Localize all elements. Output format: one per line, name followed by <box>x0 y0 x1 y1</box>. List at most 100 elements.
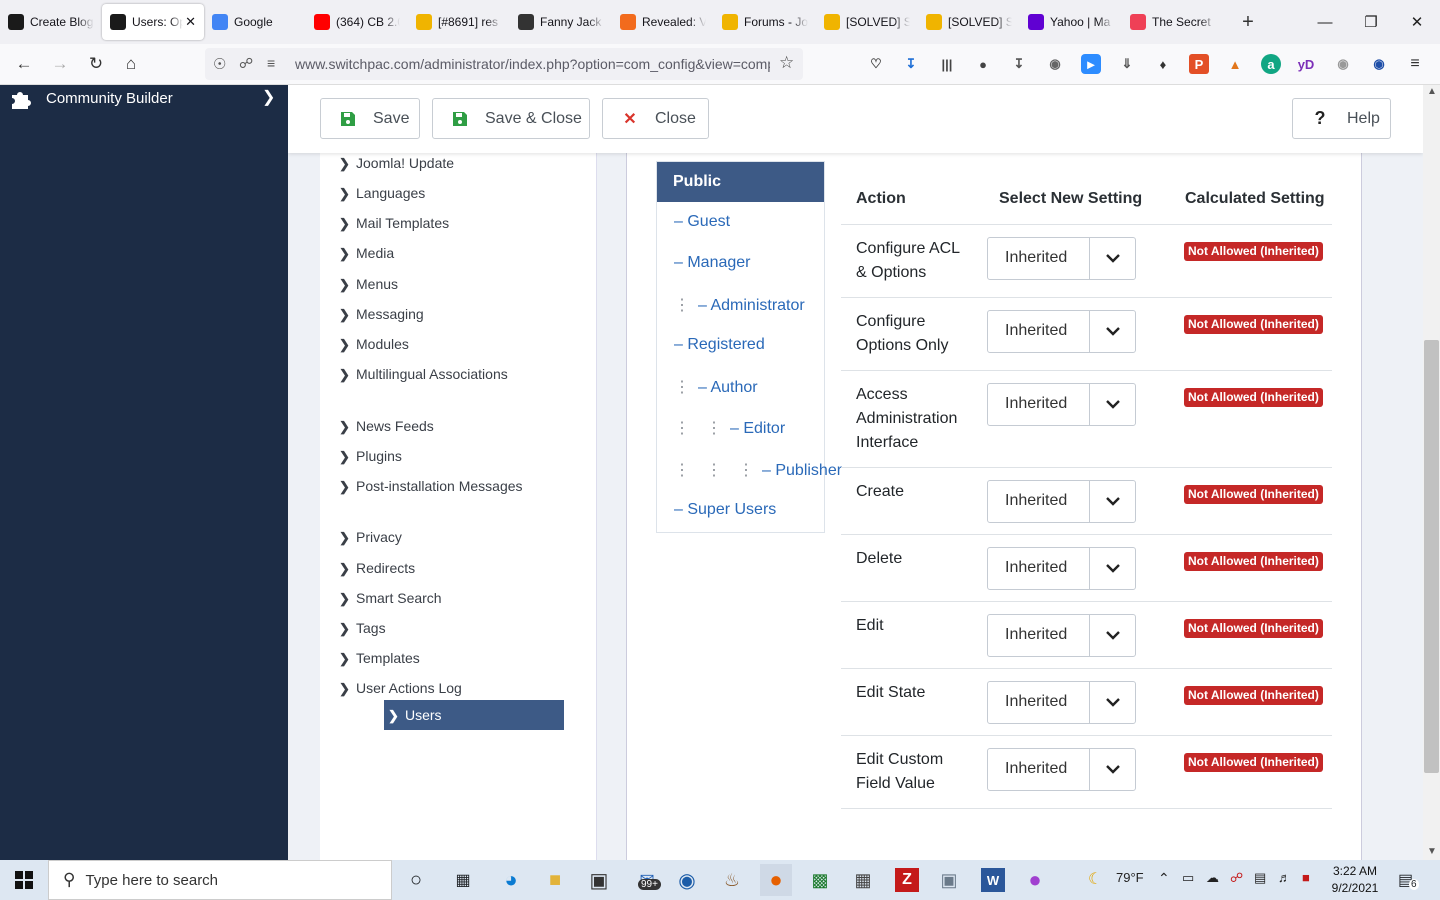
downloads-icon[interactable]: ↧ <box>901 54 921 74</box>
weather-icon[interactable]: ☾ <box>1088 869 1102 889</box>
windows-start-button[interactable] <box>0 860 48 900</box>
account-icon[interactable]: ● <box>973 54 993 74</box>
user-group-item[interactable]: ⋮ – Author <box>674 377 758 397</box>
browser-tab[interactable]: Forums - Jo <box>714 4 816 40</box>
browser-tab[interactable]: Google <box>204 4 306 40</box>
browser-tab[interactable]: Create Blog <box>0 4 102 40</box>
browser-tab[interactable]: Yahoo | Ma <box>1020 4 1122 40</box>
tray-expand-icon[interactable]: ⌃ <box>1158 870 1170 887</box>
menu-icon[interactable]: ≡ <box>1405 54 1425 74</box>
component-item[interactable]: ❯ Menus <box>339 274 566 295</box>
extension-icon[interactable]: ♦ <box>1153 54 1173 74</box>
taskbar-clock[interactable]: 3:22 AM 9/2/2021 <box>1325 863 1385 897</box>
browser-tab[interactable]: The Secret <box>1122 4 1224 40</box>
volume-icon[interactable]: ♬ <box>1278 870 1291 885</box>
scrollbar-thumb[interactable] <box>1424 340 1439 773</box>
new-setting-select[interactable]: Inherited <box>987 680 1136 724</box>
component-item[interactable]: ❯ Multilingual Associations <box>339 364 566 385</box>
browser-tab[interactable]: [#8691] res <box>408 4 510 40</box>
component-item[interactable]: ❯ User Actions Log <box>339 678 566 699</box>
scroll-down-icon[interactable]: ▼ <box>1427 846 1437 857</box>
new-setting-select[interactable]: Inherited <box>987 382 1136 426</box>
terminal-icon[interactable]: ▩ <box>804 864 836 896</box>
download-ext-icon[interactable]: ↧ <box>1009 54 1029 74</box>
save-close-button[interactable]: Save & Close <box>432 98 590 139</box>
group-header-public[interactable]: Public <box>657 162 824 202</box>
new-setting-select[interactable]: Inherited <box>987 479 1136 523</box>
back-icon[interactable]: ← <box>10 50 38 78</box>
photos-icon[interactable]: ▣ <box>933 864 965 896</box>
user-group-item[interactable]: – Registered <box>674 336 765 354</box>
network-icon[interactable]: ▤ <box>1254 870 1266 886</box>
component-item[interactable]: ❯ Post-installation Messages <box>339 476 566 497</box>
shield-icon[interactable]: ☉ <box>213 55 226 73</box>
weather-text[interactable]: 79°F <box>1116 870 1144 885</box>
sidebar-item-community-builder[interactable]: Community Builder <box>10 87 173 109</box>
help-button[interactable]: ? Help <box>1292 98 1391 139</box>
component-item[interactable]: ❯ Plugins <box>339 446 566 467</box>
notification-app-icon[interactable]: ■ <box>1302 870 1310 885</box>
user-group-item[interactable]: ⋮ – Administrator <box>674 295 805 315</box>
new-setting-select[interactable]: Inherited <box>987 613 1136 657</box>
window-close-button[interactable]: ✕ <box>1394 0 1440 44</box>
user-group-item[interactable]: – Guest <box>674 213 730 231</box>
edge-icon[interactable]: ◕ <box>495 864 527 896</box>
github-ext-icon[interactable]: ◉ <box>1333 54 1353 74</box>
restore-button[interactable]: ❐ <box>1348 0 1394 44</box>
minimize-button[interactable]: — <box>1302 0 1348 44</box>
browser-tab[interactable]: [SOLVED] S <box>816 4 918 40</box>
app-icon[interactable]: ♨ <box>716 864 748 896</box>
a-ext-icon[interactable]: a <box>1261 54 1281 74</box>
url-text[interactable]: www.switchpac.com/administrator/index.ph… <box>295 56 770 72</box>
bookmark-star-icon[interactable]: ☆ <box>779 53 794 73</box>
component-item[interactable]: ❯ Messaging <box>339 304 566 325</box>
browser-tab[interactable]: [SOLVED] S <box>918 4 1020 40</box>
new-setting-select[interactable]: Inherited <box>987 747 1136 791</box>
component-item[interactable]: ❯ News Feeds <box>339 416 566 437</box>
cortana-icon[interactable]: ○ <box>400 864 432 896</box>
scroll-up-icon[interactable]: ▲ <box>1427 86 1437 97</box>
browser-tab[interactable]: Revealed: V <box>612 4 714 40</box>
permissions-icon[interactable]: ☍ <box>239 55 253 72</box>
browser-tab[interactable]: Fanny Jack <box>510 4 612 40</box>
p-ext-icon[interactable]: P <box>1189 54 1209 74</box>
pocket-toolbar-icon[interactable]: ♡ <box>866 54 886 74</box>
calculator-icon[interactable]: ▦ <box>847 864 879 896</box>
file-explorer-icon[interactable]: ■ <box>539 864 571 896</box>
tray-device-icon[interactable]: ▭ <box>1182 870 1194 886</box>
home-icon[interactable]: ⌂ <box>117 50 145 78</box>
globe-ext-icon[interactable]: ◉ <box>1045 54 1065 74</box>
firefox-dev-icon[interactable]: ● <box>1019 864 1051 896</box>
word-icon[interactable]: W <box>981 868 1005 892</box>
task-view-icon[interactable]: ▦ <box>447 864 479 896</box>
user-group-item[interactable]: – Super Users <box>674 501 776 519</box>
component-item[interactable]: ❯ Redirects <box>339 558 566 579</box>
library-icon[interactable]: ||| <box>937 54 957 74</box>
security-icon[interactable]: ☍ <box>1230 870 1243 886</box>
site-info-icon[interactable]: ≡ <box>267 55 275 71</box>
user-group-item[interactable]: – Manager <box>674 254 751 272</box>
browser-tab[interactable]: (364) CB 2.0 <box>306 4 408 40</box>
component-item[interactable]: ❯ Modules <box>339 334 566 355</box>
new-tab-button[interactable]: + <box>1230 4 1266 40</box>
component-item[interactable]: ❯ Media <box>339 243 566 264</box>
firefox-icon[interactable]: ● <box>760 864 792 896</box>
component-item[interactable]: ❯ Templates <box>339 648 566 669</box>
component-item[interactable]: ❯ Privacy <box>339 527 566 548</box>
browser-app-icon[interactable]: ◉ <box>671 864 703 896</box>
close-button[interactable]: ✕ Close <box>602 98 709 139</box>
store-icon[interactable]: ▣ <box>583 864 615 896</box>
user-group-item[interactable]: ⋮ ⋮ – Editor <box>674 418 785 438</box>
component-item[interactable]: ❯ Languages <box>339 183 566 204</box>
metamask-icon[interactable]: ▲ <box>1225 54 1245 74</box>
onedrive-icon[interactable]: ☁ <box>1206 870 1219 886</box>
component-item[interactable]: ❯ Tags <box>339 618 566 639</box>
component-item[interactable]: ❯ Users <box>384 700 564 730</box>
component-item[interactable]: ❯ Smart Search <box>339 588 566 609</box>
zoom-ext-icon[interactable]: ► <box>1081 54 1101 74</box>
browser-tab[interactable]: Users: Options✕ <box>102 4 204 40</box>
reload-icon[interactable]: ↻ <box>82 50 110 78</box>
filezilla-icon[interactable]: Z <box>895 868 919 892</box>
vpn-ext-icon[interactable]: ◉ <box>1369 54 1389 74</box>
video-download-icon[interactable]: ⇓ <box>1117 54 1137 74</box>
